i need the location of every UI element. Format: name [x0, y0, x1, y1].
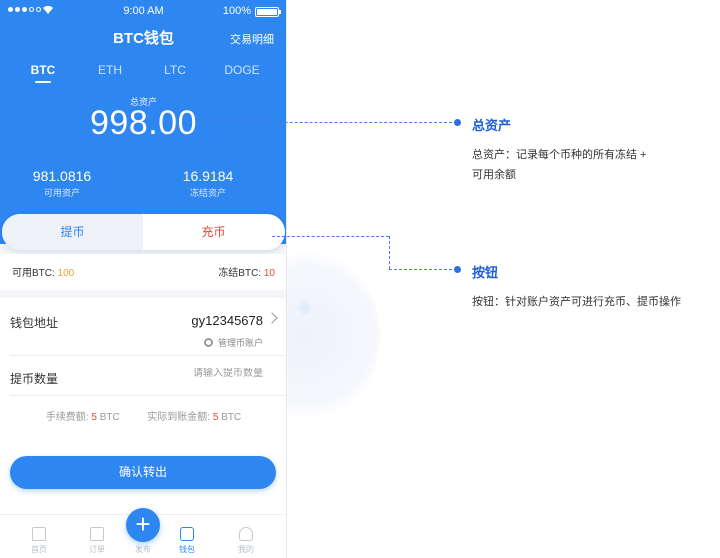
tabbar-me-label: 我的 [238, 545, 254, 554]
available-label: 可用资产 [43, 188, 80, 198]
tabbar-wallet-label: 钱包 [179, 545, 195, 554]
action-switch: 提币 充币 [2, 214, 285, 250]
available-assets: 981.0816 可用资产 [12, 168, 112, 199]
tabbar-home-label: 首页 [31, 545, 47, 554]
address-label: 钱包地址 [10, 316, 59, 330]
tabbar-orders[interactable]: 订单 [77, 527, 117, 555]
status-bar: 9:00 AM 100% [0, 4, 286, 20]
amount-input[interactable] [143, 368, 263, 379]
available-btc-label: 可用BTC: [12, 268, 55, 279]
publish-plus-button[interactable]: + [126, 508, 160, 542]
frozen-value: 16.9184 [182, 168, 234, 184]
tabbar-home[interactable]: 首页 [19, 527, 59, 555]
tab-eth[interactable]: ETH [85, 63, 135, 77]
annotation-connector [389, 269, 457, 270]
annotation-button-desc: 按钮：针对账户资产可进行充币、提币操作 [472, 296, 681, 308]
annotation-total-desc: 总资产：记录每个币种的所有冻结 + 可用余额 [472, 145, 646, 185]
annotation-button-title: 按钮 [472, 265, 499, 280]
tabbar-publish-label: 发布 [135, 545, 151, 554]
tab-btc[interactable]: BTC [18, 63, 68, 77]
canvas: 9:00 AM 100% BTC 钱包 交易明细 BTC ETH LTC DOGE… [0, 0, 720, 558]
phone-screen: 9:00 AM 100% BTC 钱包 交易明细 BTC ETH LTC DOGE… [0, 0, 287, 558]
frozen-assets: 16.9184 冻结资产 [158, 168, 258, 199]
frozen-label: 冻结资产 [189, 188, 226, 198]
fee-unit: BTC [99, 412, 120, 423]
available-value: 981.0816 [32, 168, 92, 184]
transaction-history-link[interactable]: 交易明细 [230, 31, 274, 47]
manage-accounts-link[interactable]: 管理币账户 [203, 336, 263, 349]
annotation-total-desc-line2: 可用余额 [472, 169, 516, 181]
divider [10, 355, 286, 356]
manage-accounts-label: 管理币账户 [217, 338, 263, 348]
balance-row: 可用BTC: 100 冻结BTC: 10 [0, 254, 286, 290]
orders-icon [90, 527, 104, 541]
confirm-transfer-button[interactable]: 确认转出 [10, 456, 276, 489]
battery-text: 100% [222, 5, 251, 17]
available-btc: 可用BTC: 100 [12, 264, 74, 279]
user-icon [239, 527, 253, 541]
annotation-dot [454, 266, 461, 273]
tab-doge[interactable]: DOGE [217, 63, 267, 77]
fee-label: 手续费额: [45, 412, 89, 423]
tabbar-me[interactable]: 我的 [226, 527, 266, 555]
fee-value: 5 [91, 412, 97, 423]
actual-amount-label: 实际到账金额: [147, 412, 211, 423]
amount-label: 提币数量 [10, 372, 59, 386]
annotation-connector [272, 236, 389, 237]
actual-amount-unit: BTC [221, 412, 242, 423]
annotation-total-title: 总资产 [472, 118, 512, 133]
tab-ltc[interactable]: LTC [150, 63, 200, 77]
address-value[interactable]: gy12345678 [191, 313, 263, 328]
total-assets-value: 998.00 [90, 104, 197, 142]
actual-amount-value: 5 [212, 412, 219, 423]
divider [10, 395, 286, 396]
gear-icon [203, 338, 213, 347]
tabbar-wallet[interactable]: 钱包 [167, 527, 207, 555]
battery-icon [255, 7, 281, 17]
frozen-btc: 冻结BTC: 10 [218, 264, 275, 279]
available-btc-value: 100 [57, 268, 75, 279]
frozen-btc-value: 10 [263, 268, 275, 279]
chevron-right-icon[interactable] [266, 312, 278, 324]
annotation-dot [454, 119, 461, 126]
deposit-button[interactable]: 充币 [143, 214, 284, 250]
annotation-connector [389, 236, 390, 269]
home-icon [32, 527, 46, 541]
annotation-total-desc-line1: 总资产：记录每个币种的所有冻结 + [472, 149, 647, 161]
decor-dot [296, 299, 314, 317]
wallet-icon [180, 527, 194, 541]
active-tab-indicator [35, 81, 51, 83]
annotation-connector [195, 122, 457, 123]
frozen-btc-label: 冻结BTC: [218, 268, 262, 279]
tabbar-orders-label: 订单 [89, 545, 105, 554]
fee-summary: 手续费额: 5 BTC 实际到账金额: 5 BTC [0, 408, 286, 423]
withdraw-button[interactable]: 提币 [2, 214, 143, 250]
